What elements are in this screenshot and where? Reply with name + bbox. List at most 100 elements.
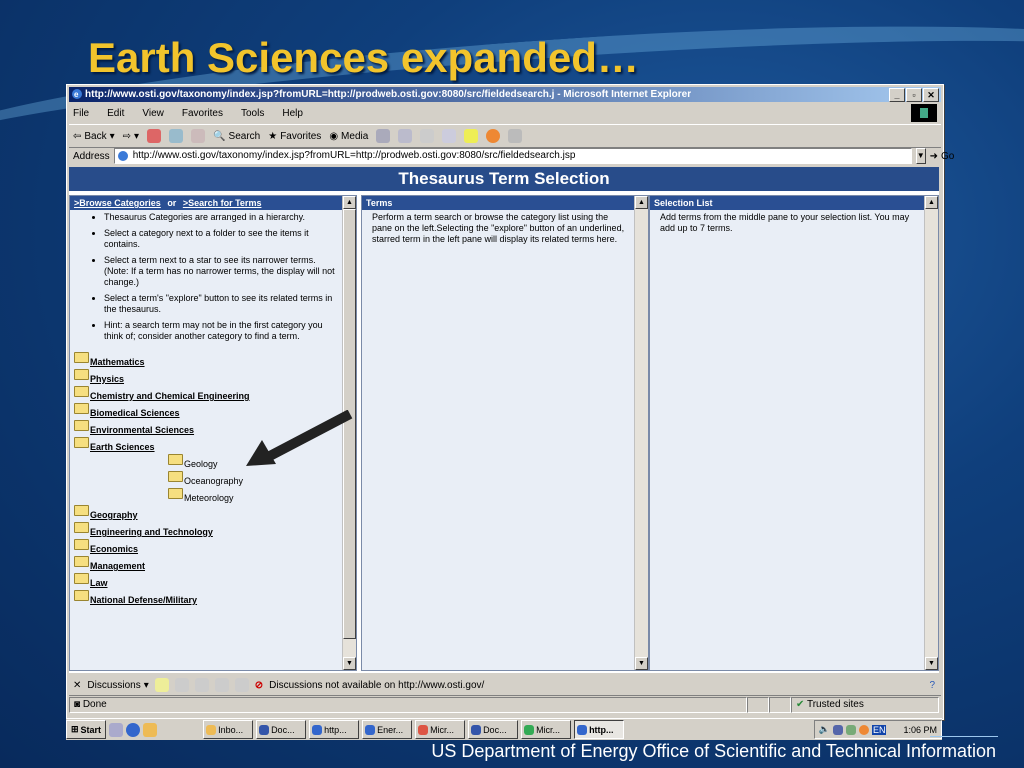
quicklaunch-outlook-icon[interactable] — [143, 722, 158, 737]
task-button-active[interactable]: http... — [574, 720, 625, 739]
folder-icon — [74, 539, 89, 550]
task-button[interactable]: Micr... — [415, 720, 466, 739]
tray-app-icon[interactable] — [832, 724, 843, 735]
selection-scrollbar[interactable]: ▲ ▼ — [924, 196, 938, 670]
category-mathematics[interactable]: Mathematics — [74, 352, 168, 369]
category-economics[interactable]: Economics — [74, 539, 168, 556]
back-button[interactable]: ⇦ Back ▾ — [73, 131, 115, 142]
scroll-up-arrow-icon[interactable]: ▲ — [925, 196, 938, 209]
folder-icon — [74, 386, 89, 397]
task-button[interactable]: Micr... — [521, 720, 572, 739]
close-button[interactable]: ✕ — [923, 88, 939, 102]
help-icon[interactable]: ? — [929, 680, 935, 691]
task-button[interactable]: Inbo... — [203, 720, 254, 739]
discussions-menu[interactable]: Discussions ▾ — [87, 680, 148, 691]
page-icon — [117, 151, 128, 161]
language-indicator[interactable]: EN — [871, 724, 887, 735]
task-button[interactable]: Doc... — [256, 720, 307, 739]
category-engineering[interactable]: Engineering and Technology — [74, 522, 213, 539]
terms-scrollbar[interactable]: ▲ ▼ — [634, 196, 648, 670]
messenger-icon[interactable] — [486, 129, 501, 143]
category-law[interactable]: Law — [74, 573, 168, 590]
instruction-item: Select a term next to a star to see its … — [104, 255, 340, 288]
category-environmental[interactable]: Environmental Sciences — [74, 420, 194, 437]
category-management[interactable]: Management — [74, 556, 168, 573]
history-icon[interactable] — [376, 129, 391, 143]
menu-favorites[interactable]: Favorites — [180, 108, 225, 119]
menu-help[interactable]: Help — [280, 108, 305, 119]
menu-file[interactable]: File — [71, 108, 91, 119]
notes-icon[interactable] — [464, 129, 479, 143]
search-button[interactable]: 🔍 Search — [213, 131, 260, 142]
category-tree: Mathematics Physics Chemistry and Chemic… — [74, 352, 250, 607]
outlook-icon — [206, 724, 217, 735]
start-button[interactable]: ⊞ Start — [66, 720, 107, 739]
mail-icon[interactable] — [398, 129, 413, 143]
instruction-item: Select a category next to a folder to se… — [104, 228, 340, 250]
category-physics[interactable]: Physics — [74, 369, 168, 386]
maximize-button[interactable]: ▫ — [906, 88, 922, 102]
menu-edit[interactable]: Edit — [105, 108, 126, 119]
quicklaunch-ie-icon[interactable] — [126, 722, 141, 737]
scroll-up-arrow-icon[interactable]: ▲ — [635, 196, 648, 209]
media-button[interactable]: ◉ Media — [329, 131, 368, 142]
go-button[interactable]: ➜ Go — [930, 151, 955, 162]
go-arrow-icon: ➜ — [929, 150, 938, 162]
status-bar: ◙ Done ✔ Trusted sites — [69, 697, 941, 713]
folder-icon — [74, 573, 89, 584]
status-text: ◙ Done — [69, 697, 747, 713]
print-icon[interactable] — [420, 129, 435, 143]
tray-app-icon[interactable] — [845, 724, 856, 735]
category-earth-sciences[interactable]: Earth Sciences — [74, 437, 168, 454]
window-title: http://www.osti.gov/taxonomy/index.jsp?f… — [85, 89, 692, 100]
terms-pane-text: Perform a term search or browse the cate… — [372, 212, 625, 244]
address-bar: Address http://www.osti.gov/taxonomy/ind… — [69, 147, 954, 165]
address-dropdown-button[interactable]: ▼ — [915, 148, 926, 164]
scroll-down-arrow-icon[interactable]: ▼ — [635, 657, 648, 670]
footer-divider — [930, 736, 998, 737]
discussion-tool-icon[interactable] — [154, 678, 169, 692]
menu-tools[interactable]: Tools — [239, 108, 266, 119]
menu-view[interactable]: View — [140, 108, 166, 119]
address-input[interactable]: http://www.osti.gov/taxonomy/index.jsp?f… — [113, 148, 912, 164]
close-icon[interactable]: ✕ — [73, 680, 81, 691]
favorites-button[interactable]: ★ Favorites — [268, 131, 321, 142]
refresh-icon[interactable] — [169, 129, 184, 143]
scroll-up-arrow-icon[interactable]: ▲ — [343, 196, 356, 209]
task-button[interactable]: Doc... — [468, 720, 519, 739]
folder-icon — [74, 403, 89, 414]
messenger-tray-icon[interactable] — [858, 724, 869, 735]
stop-icon[interactable] — [147, 129, 162, 143]
edit-icon[interactable] — [442, 129, 457, 143]
scroll-down-arrow-icon[interactable]: ▼ — [925, 657, 938, 670]
discussion-tool-icon[interactable] — [174, 678, 189, 692]
speaker-icon[interactable]: 🔈 — [819, 724, 830, 735]
terms-pane-header: Terms — [362, 196, 648, 210]
title-bar: e http://www.osti.gov/taxonomy/index.jsp… — [69, 87, 941, 102]
folder-icon — [74, 369, 89, 380]
home-icon[interactable] — [191, 129, 206, 143]
chevron-down-icon: ▾ — [134, 130, 140, 142]
windows-logo-throbber — [911, 104, 937, 122]
forward-button[interactable]: ⇨ ▾ — [123, 131, 139, 142]
category-geography[interactable]: Geography — [74, 505, 168, 522]
search-terms-link[interactable]: >Search for Terms — [183, 198, 262, 208]
scroll-down-arrow-icon[interactable]: ▼ — [343, 657, 356, 670]
system-tray: 🔈 EN 1:06 PM — [813, 720, 942, 739]
browse-categories-link[interactable]: >Browse Categories — [74, 198, 161, 208]
windows-logo-icon: ⊞ — [71, 724, 79, 734]
category-chemistry[interactable]: Chemistry and Chemical Engineering — [74, 386, 250, 403]
folder-icon — [74, 437, 89, 448]
minimize-button[interactable]: _ — [889, 88, 905, 102]
discussion-tool-icon[interactable] — [214, 678, 229, 692]
discussion-tool-icon[interactable] — [194, 678, 209, 692]
task-button[interactable]: Ener... — [362, 720, 413, 739]
quicklaunch-desktop-icon[interactable] — [109, 722, 124, 737]
discussion-tool-icon[interactable] — [234, 678, 249, 692]
task-button[interactable]: http... — [309, 720, 360, 739]
tools-icon[interactable] — [508, 129, 523, 143]
category-biomedical[interactable]: Biomedical Sciences — [74, 403, 180, 420]
terms-pane: Terms Perform a term search or browse th… — [361, 195, 649, 671]
security-zone: ✔ Trusted sites — [791, 697, 939, 713]
category-national-defense[interactable]: National Defense/Military — [74, 590, 197, 607]
